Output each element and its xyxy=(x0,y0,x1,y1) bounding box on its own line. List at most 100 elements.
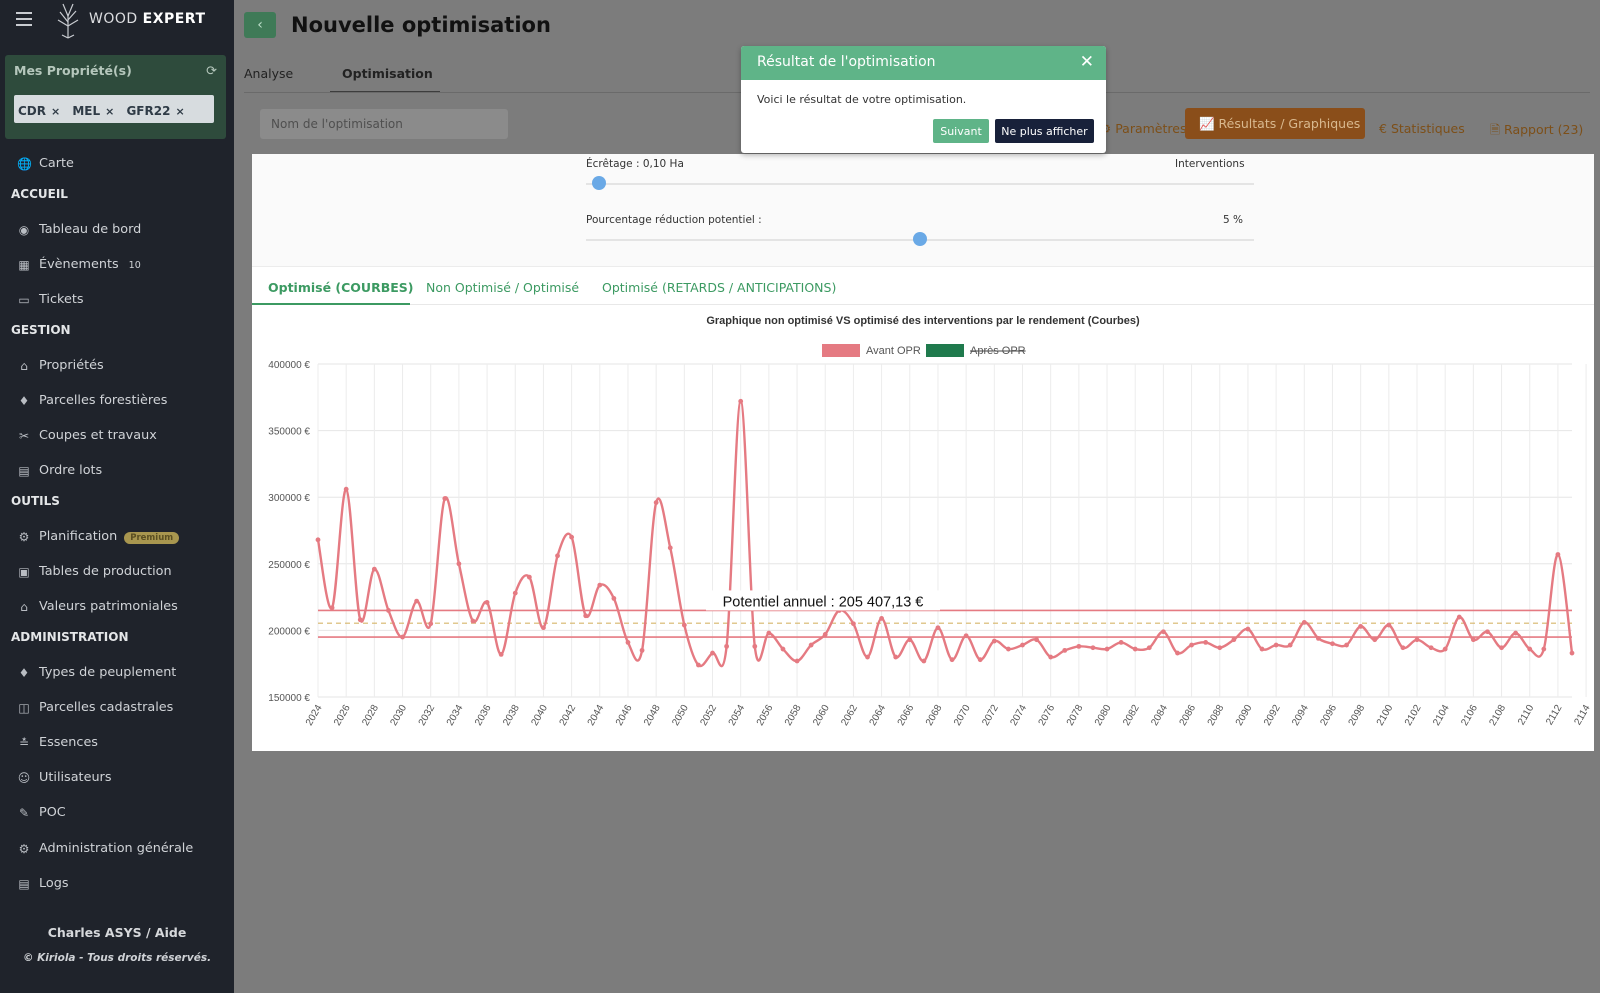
file-icon: ▤ xyxy=(18,877,30,891)
chart-tabs: Optimisé (COURBES) Non Optimisé / Optimi… xyxy=(252,268,1594,305)
remove-tag-icon[interactable]: × xyxy=(51,105,60,118)
data-point xyxy=(696,662,701,668)
annotation-potentiel-annuel: Potentiel annuel : 205 407,13 € xyxy=(723,594,924,610)
data-point xyxy=(526,574,532,580)
data-point xyxy=(371,566,377,572)
bell-icon: ♦ xyxy=(18,394,30,408)
data-point xyxy=(738,398,744,404)
ecretage-slider-track[interactable] xyxy=(586,183,1254,185)
sidebar-item-types-de-peuplement[interactable]: ♦ Types de peuplement xyxy=(0,659,234,689)
tag-gfr22[interactable]: GFR22 × xyxy=(126,104,184,118)
tab-optimise-courbes[interactable]: Optimisé (COURBES) xyxy=(268,280,413,295)
data-point xyxy=(1203,639,1209,645)
data-point xyxy=(470,618,476,624)
sidebar-item-label: Évènements xyxy=(39,257,119,272)
sidebar-item-label: Tables de production xyxy=(39,564,172,579)
sidebar-item-label: Administration générale xyxy=(39,841,194,856)
sidebar-item-tables-de-production[interactable]: ▣ Tables de production xyxy=(0,558,234,588)
data-point xyxy=(1076,643,1082,649)
sidebar-item-evenements[interactable]: ▦ Évènements 10 xyxy=(0,251,234,281)
data-point xyxy=(1372,637,1378,643)
data-point xyxy=(611,596,617,601)
sidebar-item-coupes-et-travaux[interactable]: ✂ Coupes et travaux xyxy=(0,422,234,452)
data-point xyxy=(1146,645,1152,651)
data-point xyxy=(653,500,659,505)
data-point xyxy=(963,633,969,639)
data-point xyxy=(541,625,546,631)
sidebar-item-ordre-lots[interactable]: ▤ Ordre lots xyxy=(0,457,234,487)
close-icon[interactable]: ✕ xyxy=(1080,52,1094,72)
data-point xyxy=(1414,637,1420,643)
data-point xyxy=(1527,646,1533,652)
footer-user-help[interactable]: Charles ASYS / Aide xyxy=(0,925,234,940)
sidebar-item-utilisateurs[interactable]: ☺ Utilisateurs xyxy=(0,764,234,794)
document-icon: 🗎 xyxy=(1490,122,1505,137)
sidebar-item-parcelles-cadastrales[interactable]: ◫ Parcelles cadastrales xyxy=(0,694,234,724)
data-point xyxy=(442,496,448,501)
data-point xyxy=(498,651,504,657)
data-point xyxy=(1485,629,1490,635)
sidebar-item-tickets[interactable]: ▭ Tickets xyxy=(0,286,234,316)
data-point xyxy=(667,545,673,551)
tab-optimise-retards-anticipations[interactable]: Optimisé (RETARDS / ANTICIPATIONS) xyxy=(602,280,836,295)
tab-non-optimise-optimise[interactable]: Non Optimisé / Optimisé xyxy=(426,280,579,295)
premium-badge: Premium xyxy=(124,532,180,544)
x-tick-label: 2054 xyxy=(727,703,748,728)
data-point xyxy=(555,553,560,559)
x-tick-label: 2032 xyxy=(417,703,438,728)
parametres-link[interactable]: ⚙ Paramètres xyxy=(1100,121,1186,136)
x-tick-label: 2072 xyxy=(980,703,1001,728)
tools-icon: ✂ xyxy=(18,429,30,443)
sidebar-item-label: Types de peuplement xyxy=(39,665,177,680)
x-tick-label: 2040 xyxy=(529,703,550,728)
x-tick-label: 2030 xyxy=(388,703,409,728)
tab-analyse[interactable]: Analyse xyxy=(244,66,293,81)
optimisation-name-input[interactable] xyxy=(260,109,508,139)
data-point xyxy=(1287,642,1293,648)
x-tick-label: 2114 xyxy=(1572,703,1592,728)
remove-tag-icon[interactable]: × xyxy=(175,105,184,118)
x-tick-label: 2078 xyxy=(1065,703,1086,728)
x-tick-label: 2066 xyxy=(896,703,917,728)
data-point xyxy=(414,598,420,604)
data-point xyxy=(1259,646,1265,652)
tag-cdr[interactable]: CDR × xyxy=(18,104,60,118)
sidebar-item-essences[interactable]: ≛ Essences xyxy=(0,729,234,759)
pourcentage-slider-handle[interactable] xyxy=(913,232,927,246)
section-gestion: GESTION xyxy=(11,323,71,337)
sidebar-item-logs[interactable]: ▤ Logs xyxy=(0,870,234,900)
sidebar-item-tableau-de-bord[interactable]: ◉ Tableau de bord xyxy=(0,216,234,246)
globe-icon: 🌐 xyxy=(17,157,32,171)
x-tick-label: 2094 xyxy=(1290,703,1311,728)
tab-optimisation[interactable]: Optimisation xyxy=(342,66,433,81)
rapport-link[interactable]: 🗎 Rapport (23) xyxy=(1490,121,1583,142)
data-point xyxy=(512,590,518,596)
sidebar-item-parcelles-forestieres[interactable]: ♦ Parcelles forestières xyxy=(0,387,234,417)
data-point xyxy=(1344,642,1349,648)
resultats-graphiques-button[interactable]: 📈 Résultats / Graphiques xyxy=(1185,108,1365,139)
sidebar-item-planification[interactable]: ⚙ Planification Premium xyxy=(0,523,234,553)
sidebar-item-poc[interactable]: ✎ POC xyxy=(0,799,234,829)
next-button[interactable]: Suivant xyxy=(933,119,989,143)
never-show-button[interactable]: Ne plus afficher xyxy=(995,119,1094,143)
sidebar-item-valeurs-patrimoniales[interactable]: ⌂ Valeurs patrimoniales xyxy=(0,593,234,623)
properties-tag-select[interactable]: CDR × MEL × GFR22 × xyxy=(14,95,214,123)
back-button[interactable]: ‹ xyxy=(244,12,276,38)
y-tick-label: 350000 € xyxy=(268,427,310,438)
tag-mel[interactable]: MEL × xyxy=(72,104,114,118)
data-point xyxy=(1569,650,1575,656)
data-point xyxy=(1301,620,1307,625)
statistiques-link[interactable]: € Statistiques xyxy=(1379,121,1465,136)
modal-body-text: Voici le résultat de votre optimisation. xyxy=(757,93,967,106)
remove-tag-icon[interactable]: × xyxy=(105,105,114,118)
sidebar-item-administration-generale[interactable]: ⚙ Administration générale xyxy=(0,835,234,865)
data-point xyxy=(1231,637,1237,643)
hamburger-menu-icon[interactable] xyxy=(16,12,32,26)
sidebar-item-carte[interactable]: 🌐 Carte xyxy=(0,150,234,180)
refresh-icon[interactable]: ⟳ xyxy=(206,64,217,79)
active-chart-tab-underline xyxy=(252,303,410,305)
ecretage-slider-handle[interactable] xyxy=(592,176,607,190)
x-tick-label: 2068 xyxy=(924,703,945,728)
sidebar-item-proprietes[interactable]: ⌂ Propriétés xyxy=(0,352,234,382)
x-tick-label: 2044 xyxy=(586,703,607,728)
